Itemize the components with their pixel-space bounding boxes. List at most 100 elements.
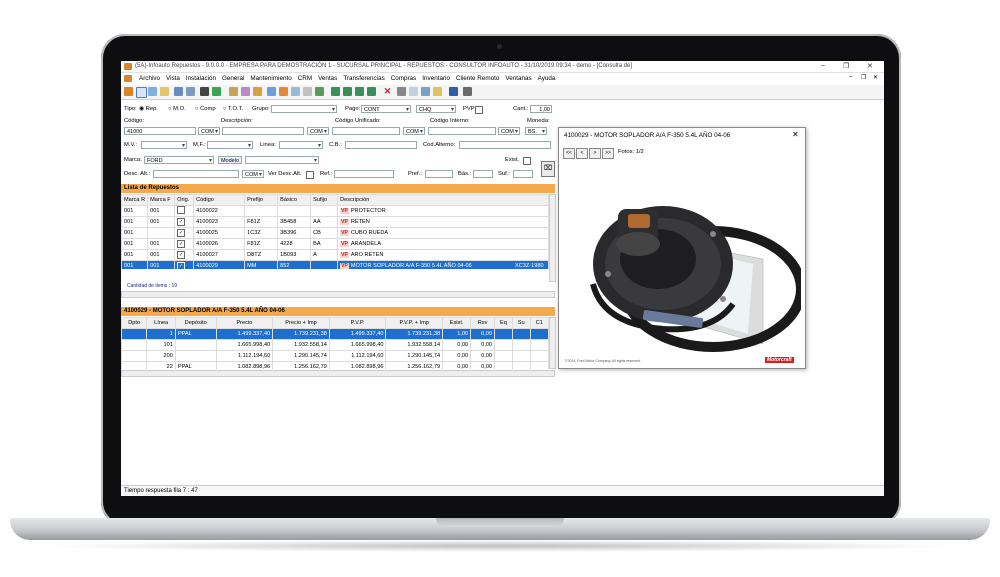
cb-input[interactable] — [345, 141, 417, 149]
ver-desc-alt-checkbox[interactable] — [306, 171, 314, 179]
help-icon[interactable] — [449, 87, 458, 96]
original-check[interactable]: ✓ — [177, 251, 186, 259]
first-record-icon[interactable] — [331, 87, 340, 96]
stock-row[interactable]: 200 1.112.194,60 1.290.145,74 1.112.194,60 1… — [121, 350, 549, 362]
pago-select[interactable]: CONT — [361, 105, 411, 113]
menu-general[interactable]: General — [222, 75, 244, 82]
minimize-icon[interactable]: – — [821, 62, 825, 69]
first-photo-button[interactable]: << — [563, 148, 575, 159]
list-column-header[interactable]: Marca R — [121, 194, 149, 206]
menu-cliente-remoto[interactable]: Cliente Remoto — [456, 75, 499, 82]
menu-vista[interactable]: Vista — [166, 75, 180, 82]
search-icon[interactable] — [136, 87, 147, 98]
mdi-restore-icon[interactable]: ❐ — [861, 74, 866, 81]
codigo-unificado-input[interactable] — [332, 127, 400, 135]
last-photo-button[interactable]: >> — [602, 148, 614, 159]
original-check[interactable]: ✓ — [177, 262, 186, 269]
menu-ayuda[interactable]: Ayuda — [538, 75, 556, 82]
radio-mo[interactable]: ○ M.O. — [168, 106, 186, 112]
clear-search-icon[interactable]: ⌧ — [541, 161, 555, 177]
excel-icon[interactable] — [212, 87, 221, 96]
folder-icon[interactable] — [160, 87, 169, 96]
pvp-checkbox[interactable] — [475, 106, 483, 114]
tools-icon[interactable] — [200, 87, 209, 96]
close-icon[interactable]: ✕ — [867, 62, 873, 70]
marca-select[interactable]: FORD — [144, 156, 214, 164]
table-row[interactable]: 001 001 4100022 VP PROTECTOR — [121, 205, 549, 217]
stock-column-header[interactable]: C1 — [529, 317, 549, 329]
stock-table-vscroll[interactable] — [549, 317, 556, 369]
grupo-select[interactable] — [271, 105, 337, 113]
cant-input[interactable]: 1,00 — [530, 105, 552, 113]
save-icon[interactable] — [315, 87, 324, 96]
edit-icon[interactable] — [291, 87, 300, 96]
grid-icon[interactable] — [186, 87, 195, 96]
list-column-header[interactable]: Sufijo — [310, 194, 339, 206]
stock-column-header[interactable]: Rsv — [470, 317, 496, 329]
previous-record-icon[interactable] — [343, 87, 352, 96]
parts-table-vscroll[interactable] — [549, 194, 556, 282]
menu-mantenimiento[interactable]: Mantenimiento — [250, 75, 291, 82]
photo-viewer-close-icon[interactable]: ✕ — [792, 130, 799, 139]
menu-ventas[interactable]: Ventas — [318, 75, 337, 82]
table-row[interactable]: 001 ✓ 4100025 1C3Z 3B396 CB VP CUBO RUEDA — [121, 227, 549, 239]
modelo-button[interactable]: Modelo — [218, 156, 242, 164]
pref-input[interactable] — [425, 170, 453, 178]
stock-column-header[interactable]: Exist. — [442, 317, 472, 329]
cod-alterno-input[interactable] — [459, 141, 551, 149]
mf-select[interactable] — [207, 141, 253, 149]
ref-input[interactable] — [334, 170, 394, 178]
original-check[interactable]: ✓ — [177, 240, 186, 248]
delete-icon[interactable]: ✕ — [383, 87, 392, 96]
original-check[interactable]: ✓ — [177, 218, 186, 226]
stock-column-header[interactable]: Su — [511, 317, 531, 329]
stock-row[interactable]: 22 PPAL 1.082.898,96 1.256.162,79 1.082.898,… — [121, 361, 549, 369]
linea-select[interactable] — [279, 141, 323, 149]
list-column-header[interactable]: Descripción — [337, 194, 549, 206]
calendar-icon[interactable] — [267, 87, 276, 96]
stock-column-header[interactable]: P.V.P. + Imp — [385, 317, 444, 329]
table-row[interactable]: 001 001 ✓ 4100023 F81Z 3B458 AA VP RETEN — [121, 216, 549, 228]
original-check[interactable] — [177, 206, 186, 214]
list-column-header[interactable]: Marca F — [147, 194, 176, 206]
table-row[interactable]: 001 001 ✓ 4100029 MM 852 VP MOTOR SOPLADOR A/A … — [121, 260, 549, 269]
mdi-minimize-icon[interactable]: – — [849, 74, 852, 80]
menu-archivo[interactable]: Archivo — [139, 75, 160, 82]
radio-comp[interactable]: ○ Comp — [195, 106, 216, 112]
codigo-input[interactable]: 41000 — [124, 127, 196, 135]
users-icon[interactable] — [279, 87, 288, 96]
restore-icon[interactable]: ❐ — [843, 62, 849, 70]
stock-column-header[interactable]: P.V.P. — [328, 317, 387, 329]
stock-column-header[interactable]: Precio + Imp — [272, 317, 330, 329]
stock-column-header[interactable]: Precio — [215, 317, 274, 329]
menu-ventanas[interactable]: Ventanas — [505, 75, 531, 82]
list-column-header[interactable]: Prefijo — [244, 194, 279, 206]
interno-com-select[interactable]: COM — [498, 127, 520, 135]
unificado-com-select[interactable]: COM — [403, 127, 425, 135]
moneda-select[interactable]: BS. — [525, 127, 547, 135]
list-column-header[interactable]: Orig. — [174, 194, 195, 206]
menu-inventario[interactable]: Inventario — [422, 75, 450, 82]
next-photo-button[interactable]: > — [589, 148, 601, 159]
desc-alt-input[interactable] — [153, 170, 239, 178]
radio-tot[interactable]: ○ T.O.T. — [223, 106, 243, 112]
stock-row[interactable]: 101 1.665.998,40 1.932.558,14 1.665.998,40 1… — [121, 339, 549, 351]
desc-alt-com-select[interactable]: COM — [242, 170, 264, 178]
home-icon[interactable] — [124, 87, 133, 96]
stock-column-header[interactable]: Línea — [146, 317, 176, 329]
codigo-com-select[interactable]: COM — [198, 127, 220, 135]
descripcion-com-select[interactable]: COM — [307, 127, 329, 135]
descripcion-input[interactable] — [222, 127, 304, 135]
table-row[interactable]: 001 001 ✓ 4100027 D8TZ 1B093 A VP ARO RETEN — [121, 249, 549, 261]
exist-checkbox[interactable] — [523, 157, 531, 165]
stock-column-header[interactable]: Depósito — [174, 317, 217, 329]
stock-column-header[interactable]: Eq — [494, 317, 513, 329]
tree-icon[interactable] — [229, 87, 238, 96]
mdi-close-icon[interactable]: ✕ — [873, 74, 878, 81]
pago2-select[interactable]: CHQ — [416, 105, 456, 113]
stock-table-hscroll[interactable] — [121, 370, 555, 377]
app-menu-icon[interactable] — [124, 75, 132, 82]
key-icon[interactable] — [253, 87, 262, 96]
menu-compras[interactable]: Compras — [391, 75, 417, 82]
menu-crm[interactable]: CRM — [298, 75, 312, 82]
